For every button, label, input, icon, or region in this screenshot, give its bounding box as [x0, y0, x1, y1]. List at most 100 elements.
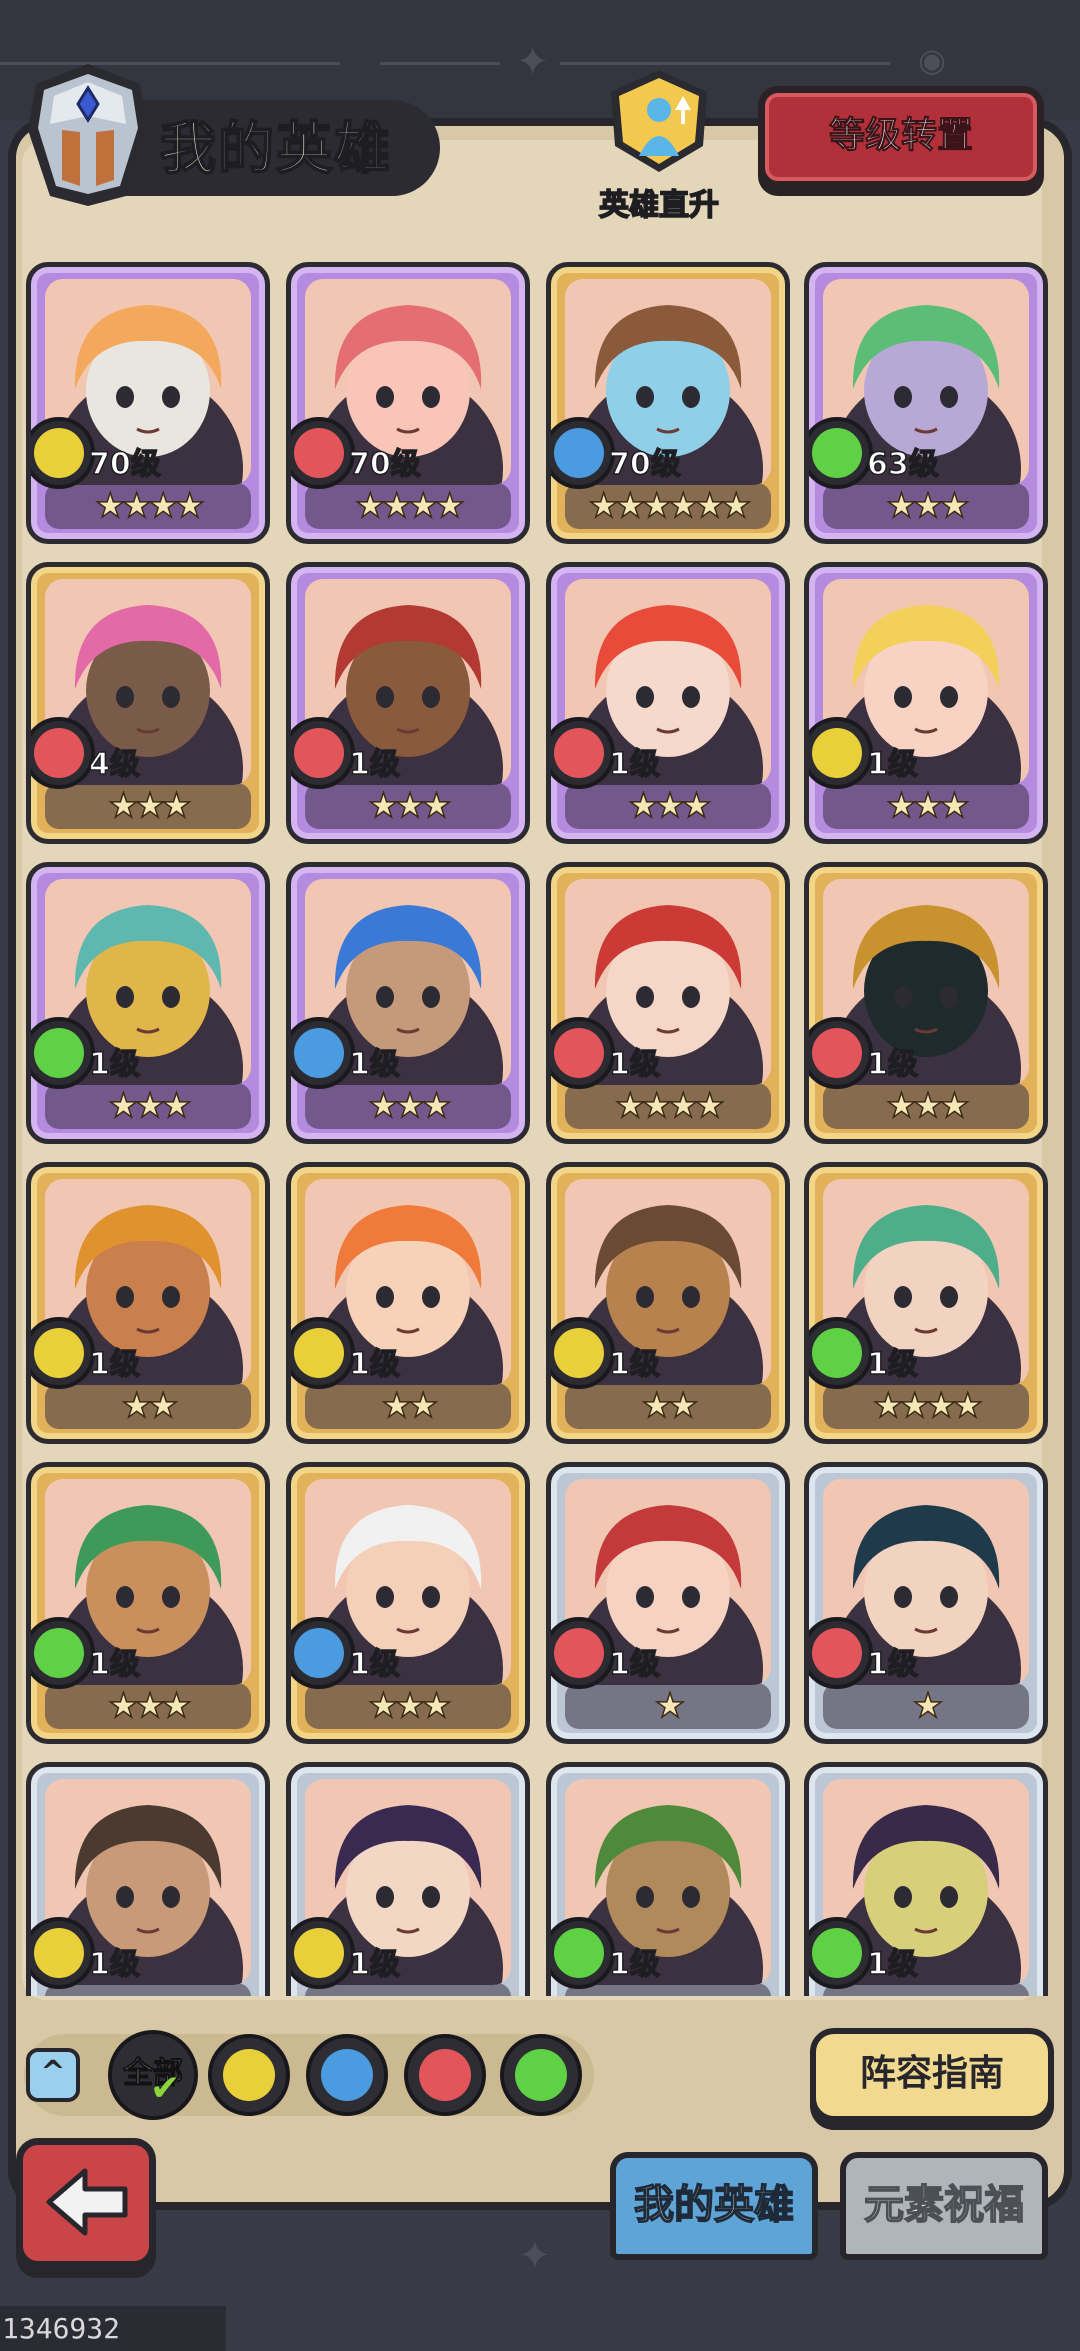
hero-level: 1级	[348, 746, 400, 783]
sparkle-icon: ✦	[518, 2233, 552, 2279]
hero-level: 70级	[608, 446, 681, 483]
hero-card[interactable]: ★★★★★★ 70级	[546, 262, 790, 544]
hero-star-rating: ★★★	[305, 1083, 511, 1129]
hero-star-rating: ★★	[45, 1383, 251, 1429]
back-arrow-icon	[46, 2168, 128, 2236]
hero-level: 1级	[88, 1046, 140, 1083]
hero-level: 1级	[866, 1946, 918, 1983]
hero-card[interactable]: 1级	[286, 1762, 530, 1996]
hero-star-rating: ★★★	[823, 1083, 1029, 1129]
hero-level: 1级	[608, 1346, 660, 1383]
hero-card[interactable]: ★★★ 1级	[286, 1462, 530, 1744]
water-element-icon	[291, 1617, 355, 1689]
hero-card[interactable]: ★★★ 63级	[804, 262, 1048, 544]
fire-element-icon	[551, 1617, 615, 1689]
filter-fire-button[interactable]	[404, 2034, 486, 2116]
fire-element-icon	[809, 1017, 873, 1089]
back-button[interactable]	[16, 2138, 156, 2268]
hero-card[interactable]: ★★★ 1级	[546, 562, 790, 844]
hero-card[interactable]: ★★ 1级	[286, 1162, 530, 1444]
hero-star-rating: ★★★★	[565, 1083, 771, 1129]
fire-element-icon	[31, 717, 95, 789]
collapse-chevron-up-icon[interactable]: ^	[26, 2048, 80, 2102]
earth-element-icon	[291, 1317, 355, 1389]
filter-earth-button[interactable]	[208, 2034, 290, 2116]
hero-card[interactable]: ★★★★ 70级	[26, 262, 270, 544]
hero-star-rating: ★	[823, 1683, 1029, 1729]
hero-card[interactable]: ★★★★ 1级	[804, 1162, 1048, 1444]
hero-star-rating: ★★★	[305, 1683, 511, 1729]
wind-element-icon	[31, 1017, 95, 1089]
wind-element-icon	[515, 2049, 567, 2101]
hero-level: 1级	[348, 1346, 400, 1383]
page-title: 我的英雄	[159, 116, 392, 183]
hero-star-rating: ★★★★	[823, 1383, 1029, 1429]
fire-element-icon	[809, 1617, 873, 1689]
hero-card[interactable]: ★★★ 1级	[26, 862, 270, 1144]
hero-level: 1级	[348, 1946, 400, 1983]
hero-card[interactable]: ★★ 1级	[546, 1162, 790, 1444]
hero-level: 1级	[608, 1646, 660, 1683]
tab-element-blessing[interactable]: 元素祝福	[840, 2152, 1048, 2260]
deco-line	[560, 62, 890, 65]
hero-level: 1级	[348, 1646, 400, 1683]
hero-level: 1级	[348, 1046, 400, 1083]
hero-card[interactable]: ★★★ 1级	[286, 862, 530, 1144]
hero-grid: ★★★★ 70级 ★★★★ 70级 ★★★★★★ 70级 ★★★ 63级 ★★★ 4级 ★★★ 1级 ★…	[26, 262, 1056, 1996]
hero-level: 1级	[608, 746, 660, 783]
hero-card[interactable]: 1级	[26, 1762, 270, 1996]
hero-level: 1级	[88, 1646, 140, 1683]
earth-element-icon	[31, 1917, 95, 1989]
helmet-emblem-icon	[28, 64, 148, 206]
hero-card[interactable]: ★★★ 1级	[804, 562, 1048, 844]
hero-card[interactable]: 1级	[804, 1762, 1048, 1996]
hero-promote-icon	[611, 70, 707, 172]
fire-element-icon	[551, 1017, 615, 1089]
hero-star-rating: ★★★	[823, 783, 1029, 829]
fire-element-icon	[291, 717, 355, 789]
hero-card[interactable]: ★ 1级	[804, 1462, 1048, 1744]
wind-element-icon	[809, 417, 873, 489]
fire-element-icon	[551, 717, 615, 789]
hero-card[interactable]: 1级	[546, 1762, 790, 1996]
hero-star-rating: ★★★	[305, 783, 511, 829]
hero-star-rating: ★★	[305, 1383, 511, 1429]
water-element-icon	[551, 417, 615, 489]
hero-level: 70级	[88, 446, 161, 483]
hero-level: 1级	[866, 746, 918, 783]
hero-promote-button[interactable]: 英雄直升	[584, 66, 734, 226]
hero-star-rating	[823, 1983, 1029, 1996]
level-reset-button[interactable]: 等级转置	[758, 86, 1044, 188]
hero-star-rating: ★★★★	[45, 483, 251, 529]
hero-star-rating	[45, 1983, 251, 1996]
hero-card[interactable]: ★★★ 4级	[26, 562, 270, 844]
hero-level: 70级	[348, 446, 421, 483]
hero-level: 1级	[88, 1346, 140, 1383]
lineup-guide-button[interactable]: 阵容指南	[810, 2028, 1054, 2122]
earth-element-icon	[291, 1917, 355, 1989]
hero-card[interactable]: ★★ 1级	[26, 1162, 270, 1444]
hero-card[interactable]: ★★★★ 70级	[286, 262, 530, 544]
water-element-icon	[321, 2049, 373, 2101]
hero-level: 1级	[866, 1046, 918, 1083]
hero-star-rating: ★	[565, 1683, 771, 1729]
hero-star-rating: ★★★	[45, 1083, 251, 1129]
hero-card[interactable]: ★★★ 1级	[26, 1462, 270, 1744]
hero-star-rating: ★★	[565, 1383, 771, 1429]
tab-my-heroes[interactable]: 我的英雄	[610, 2152, 818, 2260]
hero-level: 1级	[866, 1346, 918, 1383]
earth-element-icon	[551, 1317, 615, 1389]
hero-level: 63级	[866, 446, 939, 483]
hero-card[interactable]: ★ 1级	[546, 1462, 790, 1744]
hero-card[interactable]: ★★★ 1级	[804, 862, 1048, 1144]
hero-level: 1级	[608, 1946, 660, 1983]
build-id-label: 1346932 03525a	[0, 2306, 226, 2351]
hero-card[interactable]: ★★★★ 1级	[546, 862, 790, 1144]
hero-star-rating: ★★★★★★	[565, 483, 771, 529]
eye-ornament-icon: ◉	[918, 41, 946, 79]
fire-element-icon	[419, 2049, 471, 2101]
hero-card[interactable]: ★★★ 1级	[286, 562, 530, 844]
filter-wind-button[interactable]	[500, 2034, 582, 2116]
filter-water-button[interactable]	[306, 2034, 388, 2116]
wind-element-icon	[809, 1917, 873, 1989]
